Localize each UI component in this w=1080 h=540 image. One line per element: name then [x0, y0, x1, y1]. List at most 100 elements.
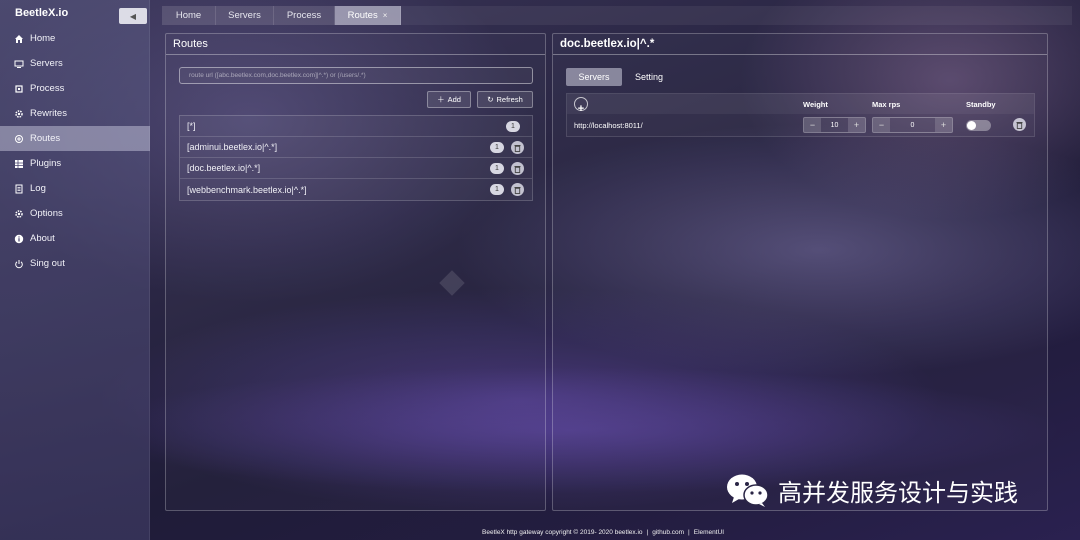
document-icon [14, 184, 24, 194]
tab-label: Servers [578, 72, 610, 82]
route-list: [*] 1 [adminui.beetlex.io|^.*] 1 [doc.be… [179, 115, 533, 201]
monitor-icon [14, 59, 24, 69]
route-url-input[interactable] [179, 67, 533, 84]
server-count-badge: 1 [506, 121, 520, 132]
sidebar-item-label: Rewrites [30, 108, 67, 119]
footer-elementui-link[interactable]: ElementUI [694, 529, 724, 536]
tab-process[interactable]: Process [274, 6, 335, 25]
route-name: [doc.beetlex.io|^.*] [187, 163, 261, 173]
sidebar-item-plugins[interactable]: Plugins [0, 151, 150, 176]
max-rps-value[interactable]: 0 [890, 118, 935, 132]
standby-toggle[interactable] [966, 120, 991, 131]
tab-bar: Home Servers Process Routes × [162, 6, 1072, 25]
cpu-icon [14, 84, 24, 94]
info-icon [14, 234, 24, 244]
add-button-label: Add [447, 95, 461, 104]
footer-copyright: BeetleX http gateway copyright © 2019- 2… [482, 529, 643, 536]
home-icon [14, 34, 24, 44]
tab-label: Home [175, 10, 202, 21]
wechat-watermark: 高并发服务设计与实践 [726, 472, 1018, 508]
weight-stepper[interactable]: − 10 + [803, 117, 866, 133]
sidebar-item-label: Sing out [30, 258, 65, 269]
route-detail-title: doc.beetlex.io|^.* [553, 34, 1047, 55]
servers-table: + Weight Max rps Standby http://localhos… [566, 93, 1035, 137]
server-count-badge: 1 [490, 142, 504, 153]
delete-route-button[interactable] [511, 162, 524, 175]
footer-separator: | [688, 529, 690, 536]
sidebar-item-rewrites[interactable]: Rewrites [0, 101, 150, 126]
sidebar-item-servers[interactable]: Servers [0, 51, 150, 76]
sidebar-nav: Home Servers Process Rewrites Routes Plu… [0, 26, 150, 276]
sidebar-item-routes[interactable]: Routes [0, 126, 150, 151]
route-list-item[interactable]: [adminui.beetlex.io|^.*] 1 [180, 137, 532, 158]
sidebar-item-about[interactable]: About [0, 226, 150, 251]
sidebar-item-process[interactable]: Process [0, 76, 150, 101]
sidebar-item-label: Log [30, 183, 46, 194]
sidebar-item-log[interactable]: Log [0, 176, 150, 201]
sidebar-item-label: About [30, 233, 55, 244]
tab-routes[interactable]: Routes × [335, 6, 401, 25]
toggle-knob [967, 121, 976, 130]
tab-label: Servers [228, 10, 261, 21]
tab-label: Process [286, 10, 322, 21]
delete-route-button[interactable] [511, 141, 524, 154]
sidebar-item-label: Process [30, 83, 65, 94]
trash-icon [514, 186, 521, 194]
decrement-button[interactable]: − [804, 118, 821, 132]
max-rps-stepper[interactable]: − 0 + [872, 117, 953, 133]
footer: BeetleX http gateway copyright © 2019- 2… [482, 529, 724, 536]
tab-servers-detail[interactable]: Servers [566, 68, 622, 86]
sidebar-item-label: Routes [30, 133, 61, 144]
close-icon[interactable]: × [383, 11, 388, 20]
gear-icon [14, 109, 24, 119]
brand-logo-text: BeetleX.io [15, 7, 69, 19]
tab-label: Routes [347, 10, 378, 21]
route-list-item[interactable]: [doc.beetlex.io|^.*] 1 [180, 158, 532, 179]
sidebar-item-home[interactable]: Home [0, 26, 150, 51]
trash-icon [514, 165, 521, 173]
weight-value[interactable]: 10 [821, 118, 848, 132]
sidebar-item-label: Options [30, 208, 63, 219]
footer-github-link[interactable]: github.com [652, 529, 684, 536]
refresh-icon: ↻ [487, 95, 494, 104]
refresh-routes-button[interactable]: ↻ Refresh [477, 91, 533, 108]
wechat-icon [727, 474, 769, 507]
grid-icon [14, 159, 24, 169]
refresh-button-label: Refresh [496, 95, 523, 104]
routes-panel: Routes ＋ Add ↻ Refresh [*] 1 [adminui.be… [165, 33, 546, 511]
add-route-button[interactable]: ＋ Add [427, 91, 471, 108]
sidebar-item-label: Servers [30, 58, 63, 69]
route-name: [*] [187, 121, 196, 131]
sidebar-item-sign-out[interactable]: Sing out [0, 251, 150, 276]
route-list-item[interactable]: [*] 1 [180, 116, 532, 137]
sidebar: BeetleX.io ◀ Home Servers Process Rewrit… [0, 0, 150, 540]
route-list-item[interactable]: [webbenchmark.beetlex.io|^.*] 1 [180, 179, 532, 200]
server-row: http://localhost:8011/ − 10 + − 0 + [567, 114, 1034, 136]
delete-route-button[interactable] [511, 183, 524, 196]
delete-server-button[interactable] [1013, 118, 1026, 131]
tab-home[interactable]: Home [162, 6, 216, 25]
server-count-badge: 1 [490, 184, 504, 195]
decrement-button[interactable]: − [873, 118, 890, 132]
collapse-sidebar-button[interactable]: ◀ [119, 8, 147, 24]
server-url: http://localhost:8011/ [574, 121, 643, 130]
footer-separator: | [646, 529, 649, 536]
route-name: [adminui.beetlex.io|^.*] [187, 142, 278, 152]
tab-servers[interactable]: Servers [216, 6, 274, 25]
routes-panel-title: Routes [166, 34, 545, 55]
trash-icon [1016, 121, 1023, 129]
increment-button[interactable]: + [935, 118, 952, 132]
column-header-weight: Weight [803, 100, 828, 109]
server-count-badge: 1 [490, 163, 504, 174]
route-icon [14, 134, 24, 144]
tab-setting[interactable]: Setting [625, 68, 673, 86]
trash-icon [514, 144, 521, 152]
add-server-button[interactable]: + [574, 97, 588, 115]
route-detail-panel: doc.beetlex.io|^.* Servers Setting + Wei… [552, 33, 1048, 511]
increment-button[interactable]: + [848, 118, 865, 132]
power-icon [14, 259, 24, 269]
sidebar-item-options[interactable]: Options [0, 201, 150, 226]
plus-icon: ＋ [437, 95, 445, 104]
tab-label: Setting [634, 72, 664, 82]
watermark-text: 高并发服务设计与实践 [778, 478, 1018, 507]
